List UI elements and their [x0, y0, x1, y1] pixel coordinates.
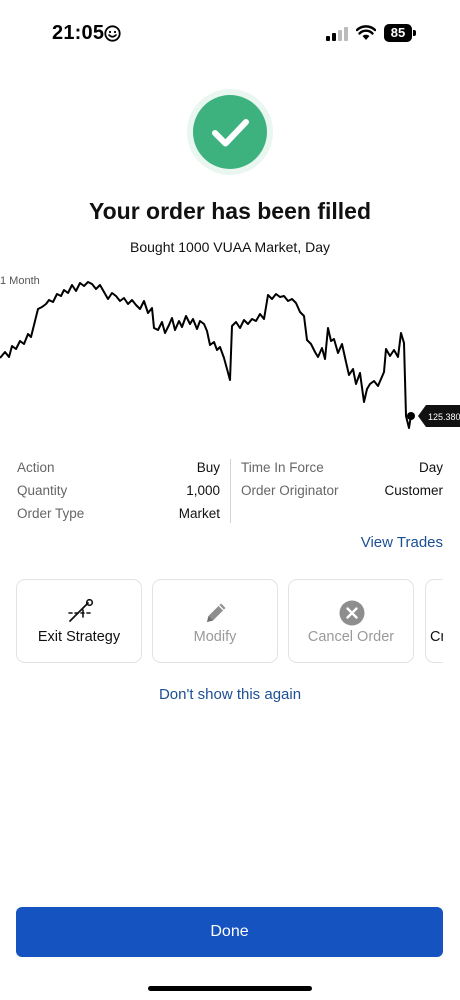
wifi-icon: [356, 25, 376, 40]
smiley-icon: [104, 25, 121, 42]
price-line: [0, 281, 412, 429]
status-time: 21:05: [52, 22, 105, 44]
done-button[interactable]: Done: [16, 907, 443, 957]
detail-key: Order Originator: [241, 483, 339, 498]
home-indicator: [148, 986, 312, 991]
action-label: Cancel Order: [307, 629, 395, 645]
action-label: Modify: [193, 629, 237, 645]
detail-value: 1,000: [186, 483, 220, 498]
last-price-marker: [407, 412, 415, 420]
detail-key: Time In Force: [241, 460, 324, 475]
detail-key: Action: [17, 460, 55, 475]
detail-row-order-originator: Order Originator Customer: [241, 483, 443, 505]
battery-icon: 85: [384, 24, 416, 42]
details-divider: [230, 459, 231, 523]
action-label: Exit Strategy: [37, 629, 121, 645]
action-card-overflow: Cr: [425, 579, 443, 663]
cancel-order-button[interactable]: Cancel Order: [288, 579, 414, 663]
cellular-signal-icon: [326, 27, 348, 41]
order-filled-title: Your order has been filled: [88, 198, 372, 224]
dont-show-again-link[interactable]: Don't show this again: [0, 686, 460, 703]
partial-action-button[interactable]: Cr: [425, 579, 443, 663]
detail-row-time-in-force: Time In Force Day: [241, 460, 443, 482]
detail-row-quantity: Quantity 1,000: [17, 483, 220, 505]
exit-strategy-icon: [68, 598, 94, 622]
detail-value: Customer: [384, 483, 443, 498]
detail-value: Day: [418, 460, 443, 475]
last-price-label: 125.3800: [428, 412, 460, 422]
price-chart[interactable]: 125.3800: [0, 268, 460, 440]
checkmark-icon: [193, 95, 267, 169]
detail-key: Order Type: [17, 506, 85, 521]
cancel-icon: [339, 600, 365, 626]
order-details: Action Buy Quantity 1,000 Order Type Mar…: [0, 456, 460, 526]
order-summary: Bought 1000 VUAA Market, Day: [130, 239, 330, 255]
view-trades-link[interactable]: View Trades: [361, 534, 443, 551]
detail-key: Quantity: [17, 483, 68, 498]
action-label: Cr: [430, 629, 443, 645]
detail-row-order-type: Order Type Market: [17, 506, 220, 528]
status-bar: 21:05 85: [0, 0, 460, 70]
detail-row-action: Action Buy: [17, 460, 220, 482]
battery-level: 85: [384, 24, 412, 42]
modify-button[interactable]: Modify: [152, 579, 278, 663]
detail-value: Buy: [196, 460, 220, 475]
exit-strategy-button[interactable]: Exit Strategy: [16, 579, 142, 663]
detail-value: Market: [178, 506, 220, 521]
pencil-icon: [207, 603, 226, 622]
